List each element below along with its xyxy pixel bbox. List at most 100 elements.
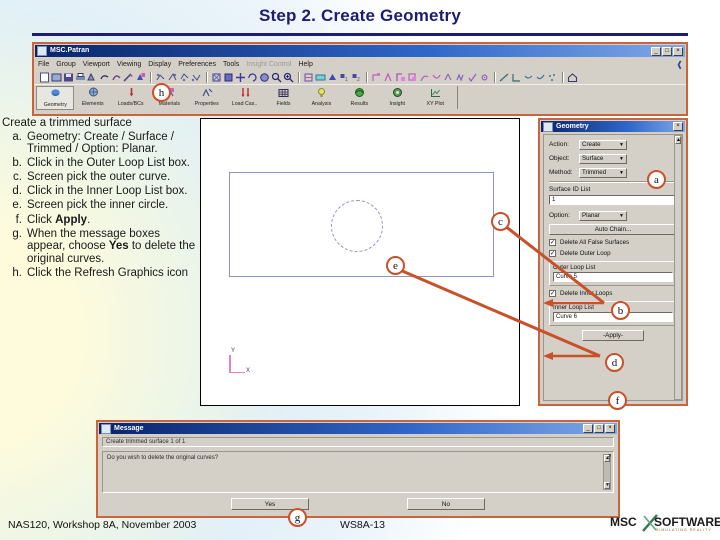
zoom-in-icon[interactable] [283,72,294,83]
minimize-button[interactable]: _ [651,46,661,56]
create-surface-icon[interactable] [395,72,406,83]
home-icon[interactable] [567,72,578,83]
app-button-geometry[interactable]: Geometry [36,86,74,110]
solid-shade-icon[interactable] [327,72,338,83]
callout-e: e [386,256,405,275]
maximize-button[interactable]: □ [662,46,672,56]
step-text: Screen pick the inner circle. [27,199,169,212]
toolbar-separator [562,71,563,83]
undo-icon[interactable] [99,72,110,83]
equivalence-icon[interactable] [523,72,534,83]
label-control-2-icon[interactable]: 2 [351,72,362,83]
app-button-loads-bcs[interactable]: Loads/BCs [112,86,150,110]
menu-group[interactable]: Group [56,61,75,68]
rotate-icon[interactable] [247,72,258,83]
verify-icon[interactable] [467,72,478,83]
menu-display[interactable]: Display [148,61,171,68]
save-icon[interactable] [63,72,74,83]
plot-erase-icon[interactable] [315,72,326,83]
patran-graphics-viewport[interactable]: Y X [200,118,520,406]
app-button-analysis[interactable]: Analysis [302,86,340,110]
wireframe-icon[interactable] [211,72,222,83]
view-iso-icon[interactable] [167,72,178,83]
scroll-up-arrow-icon[interactable]: ▲ [675,136,681,144]
menu-preferences[interactable]: Preferences [178,61,216,68]
edit-surface-icon[interactable] [431,72,442,83]
delete-outer-loop-checkbox[interactable]: ✓ Delete Outer Loop [549,250,677,257]
patran-application-buttons: Geometry Elements Loads/BCs Materials Pr… [34,84,686,113]
object-select[interactable]: Surface ▼ [579,153,627,164]
method-select[interactable]: Trimmed ▼ [579,167,627,178]
axis-triad: Y X [226,348,256,377]
geometry-form-scrollbar[interactable]: ▲ [674,135,682,400]
session-file-icon[interactable] [87,72,98,83]
print-icon[interactable] [75,72,86,83]
create-point-icon[interactable] [371,72,382,83]
app-button-properties[interactable]: Properties [188,86,226,110]
inner-loop-circle-curve[interactable] [331,200,383,252]
zoom-center-icon[interactable] [235,72,246,83]
instruction-step-g: g. When the message boxes appear, choose… [2,228,198,266]
mesh-seed-icon[interactable] [499,72,510,83]
node-display-icon[interactable] [547,72,558,83]
reset-graphics-icon[interactable] [111,72,122,83]
minimize-button[interactable]: _ [583,424,593,433]
app-button-insight[interactable]: Insight [378,86,416,110]
app-button-label: Properties [195,101,219,107]
shaded-icon[interactable] [259,72,270,83]
menu-viewing[interactable]: Viewing [117,61,141,68]
loads-bcs-icon [129,88,133,97]
geometry-form-close-button[interactable]: × [673,122,683,131]
label-control-icon[interactable]: 1 [339,72,350,83]
mesh-surface-icon[interactable] [511,72,522,83]
geometry-icon [51,89,59,96]
callout-letter: g [294,511,301,524]
open-file-icon[interactable] [51,72,62,83]
step-text: Click the Refresh Graphics icon [27,266,189,279]
toolbar-separator [366,71,367,83]
menu-tools[interactable]: Tools [223,61,239,68]
transform-icon[interactable] [443,72,454,83]
delete-all-false-surfaces-checkbox[interactable]: ✓ Delete All False Surfaces [549,239,677,246]
refresh-graphics-icon[interactable] [135,72,146,83]
delete-inner-loops-checkbox[interactable]: ✓ Delete Inner Loops [549,290,677,297]
app-button-xy-plot[interactable]: XY Plot [416,86,454,110]
fit-view-icon[interactable] [123,72,134,83]
scroll-down-arrow-icon[interactable]: ▼ [604,482,610,489]
close-button[interactable]: × [605,424,615,433]
show-icon[interactable] [479,72,490,83]
close-button[interactable]: × [673,46,683,56]
surface-id-input[interactable]: 1 [549,195,677,205]
hidden-line-icon[interactable] [223,72,234,83]
app-button-results[interactable]: Results [340,86,378,110]
app-button-load-cases[interactable]: Load Cas.. [226,86,264,110]
action-row: Action: Create ▼ [549,139,677,150]
app-button-elements[interactable]: Elements [74,86,112,110]
no-button[interactable]: No [407,498,485,510]
create-solid-icon[interactable] [407,72,418,83]
apply-button[interactable]: -Apply- [582,330,644,341]
auto-chain-button[interactable]: Auto Chain... [549,224,677,235]
callout-letter: f [615,394,620,407]
display-entity-icon[interactable] [303,72,314,83]
toolbar-group-geometry [369,71,492,83]
option-select[interactable]: Planar ▼ [579,210,627,221]
logo-software-text: SOFTWARE [654,515,720,529]
view-top-icon[interactable] [179,72,190,83]
maximize-button[interactable]: □ [594,424,604,433]
mesh-check-icon[interactable] [535,72,546,83]
view-side-icon[interactable] [191,72,202,83]
sweep-icon[interactable] [455,72,466,83]
edit-curve-icon[interactable] [419,72,430,83]
menu-viewport[interactable]: Viewport [83,61,110,68]
menu-help[interactable]: Help [298,61,312,68]
create-curve-icon[interactable] [383,71,394,83]
menu-file[interactable]: File [38,61,49,68]
step-label: h. [12,266,22,279]
view-front-icon[interactable] [155,72,166,83]
zoom-out-icon[interactable] [271,72,282,83]
app-button-fields[interactable]: Fields [264,86,302,110]
new-file-icon[interactable] [39,72,50,83]
outer-loop-list-input[interactable]: Curve 5 [553,272,673,282]
action-select[interactable]: Create ▼ [579,139,627,150]
